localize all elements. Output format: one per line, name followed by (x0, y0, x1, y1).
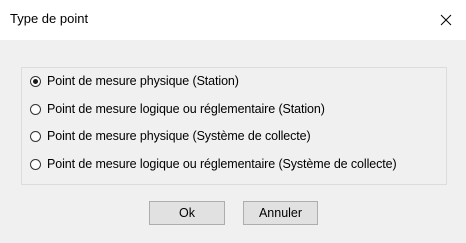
radio-option-physique-station[interactable]: Point de mesure physique (Station) (30, 72, 239, 90)
radio-option-logique-station[interactable]: Point de mesure logique ou réglementaire… (30, 100, 325, 118)
dialog-window: Type de point Point de mesure physique (… (0, 0, 466, 243)
radio-selected-dot (33, 78, 38, 84)
window-title: Type de point (10, 11, 89, 26)
radio-button[interactable] (30, 75, 41, 87)
radio-label: Point de mesure physique (Système de col… (47, 129, 311, 143)
title-bar: Type de point (0, 0, 466, 40)
radio-label: Point de mesure logique ou réglementaire… (47, 157, 397, 171)
radio-option-logique-collecte[interactable]: Point de mesure logique ou réglementaire… (30, 155, 397, 173)
radio-button[interactable] (30, 103, 41, 115)
radio-option-physique-collecte[interactable]: Point de mesure physique (Système de col… (30, 127, 311, 145)
point-type-group: Point de mesure physique (Station) Point… (21, 67, 447, 185)
ok-button[interactable]: Ok (149, 201, 225, 225)
radio-button[interactable] (30, 158, 41, 170)
close-icon (440, 14, 452, 26)
radio-label: Point de mesure physique (Station) (47, 74, 239, 88)
radio-label: Point de mesure logique ou réglementaire… (47, 102, 325, 116)
radio-button[interactable] (30, 130, 41, 142)
close-button[interactable] (426, 0, 466, 40)
cancel-button[interactable]: Annuler (243, 201, 318, 225)
